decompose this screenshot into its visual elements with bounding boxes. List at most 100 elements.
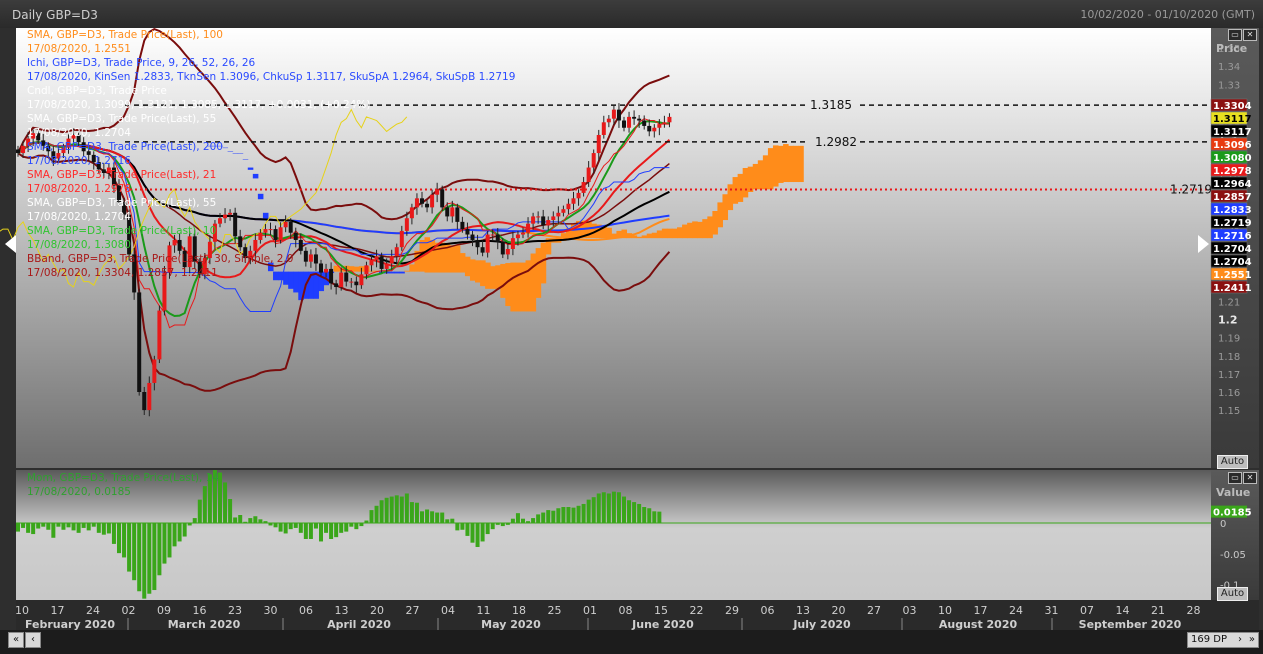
candle-body <box>349 281 354 283</box>
candle-body <box>616 109 621 121</box>
day-tick-label: 11 <box>477 604 491 617</box>
candle-body <box>354 281 359 286</box>
restore-icon[interactable]: ▭ <box>1228 29 1242 41</box>
day-tick-label: 29 <box>725 604 739 617</box>
momentum-bar <box>480 523 485 542</box>
momentum-bar <box>334 523 339 538</box>
momentum-bar <box>541 512 546 523</box>
momentum-bar <box>324 523 329 533</box>
candle-body <box>662 122 667 125</box>
day-tick-label: 07 <box>1080 604 1094 617</box>
momentum-bar <box>192 518 197 523</box>
candle-body <box>601 122 606 135</box>
momentum-bar <box>521 518 525 523</box>
momentum-bar <box>425 509 430 523</box>
momentum-bar <box>36 523 41 529</box>
momentum-bar <box>389 496 394 523</box>
momentum-bar <box>41 523 46 527</box>
cloud-segment <box>798 145 804 183</box>
first-button[interactable]: « <box>8 632 24 648</box>
price-auto-button[interactable]: Auto <box>1217 455 1248 469</box>
candle-body <box>581 182 586 193</box>
close-icon[interactable]: ✕ <box>1243 29 1257 41</box>
momentum-bar <box>647 508 652 523</box>
last-button[interactable]: » <box>1249 633 1255 647</box>
momentum-bar <box>536 514 541 523</box>
horizontal-line-label: 1.3185 <box>810 98 852 112</box>
momentum-bar <box>101 523 106 535</box>
price-tag-label: 1.2716 <box>1213 231 1252 242</box>
momentum-bar <box>460 523 465 530</box>
legend-entry: Mom, GBP=D3, Trade Price(Last), 14 <box>27 472 220 484</box>
cloud-segment <box>646 233 653 239</box>
horizontal-line-label: 1.2719 <box>1170 182 1212 196</box>
momentum-bar <box>430 511 435 523</box>
momentum-bar <box>606 493 611 523</box>
chart-window: Daily GBP=D3 10/02/2020 - 01/10/2020 (GM… <box>0 0 1263 654</box>
candle-body <box>667 116 672 123</box>
candle-body <box>515 234 520 239</box>
momentum-bar <box>51 523 56 538</box>
momentum-bar <box>349 523 354 527</box>
scroll-right-icon[interactable] <box>1198 235 1209 253</box>
momentum-bar <box>132 523 137 581</box>
momentum-bar <box>409 502 414 523</box>
price-tick-label: 1.18 <box>1218 352 1240 363</box>
candle-body <box>21 145 26 154</box>
momentum-axis-title: Value <box>1216 486 1251 499</box>
candle-body <box>657 124 662 128</box>
price-tag-label: 1.3080 <box>1213 153 1252 164</box>
day-tick-label: 24 <box>1009 604 1023 617</box>
momentum-bar <box>197 499 202 523</box>
legend-entry: 17/08/2020, 1.2551 <box>27 43 131 55</box>
momentum-bar <box>167 523 172 558</box>
cloud-segment <box>520 262 527 312</box>
legend-entry: SMA, GBP=D3, Trade Price(Last), 55 <box>27 113 217 125</box>
momentum-bar <box>566 507 571 523</box>
momentum-bar <box>288 523 293 530</box>
cloud-segment <box>752 163 759 190</box>
legend-entry: SMA, GBP=D3, Trade Price(Last), 55 <box>27 197 217 209</box>
legend-entry: BBand, GBP=D3, Trade Price(Last), 30, Si… <box>27 253 294 265</box>
close-icon[interactable]: ✕ <box>1243 472 1257 484</box>
next-button[interactable]: › <box>1238 633 1242 647</box>
candle-body <box>152 359 157 383</box>
cloud-segment <box>651 232 658 239</box>
cloud-segment <box>661 228 668 239</box>
momentum-legend: Mom, GBP=D3, Trade Price(Last), 14 17/08/… <box>27 471 219 499</box>
data-points-control[interactable]: 169 DP › » <box>1187 632 1259 648</box>
momentum-bar <box>152 523 157 591</box>
momentum-bar <box>76 523 81 533</box>
price-tag-label: 1.3117 <box>1213 114 1252 125</box>
cloud-segment <box>707 216 713 239</box>
momentum-bar <box>601 492 606 523</box>
momentum-bar <box>632 502 637 523</box>
day-tick-label: 23 <box>228 604 242 617</box>
scroll-left-icon[interactable] <box>5 235 16 253</box>
momentum-bar <box>127 523 132 572</box>
momentum-bar <box>263 521 268 523</box>
legend-entry: SMA, GBP=D3, Trade Price(Last), 100 <box>27 29 223 41</box>
cloud-segment <box>697 221 703 239</box>
momentum-auto-button[interactable]: Auto <box>1217 587 1248 601</box>
candle-body <box>531 216 536 224</box>
candle-body <box>541 216 546 226</box>
momentum-bar <box>187 523 192 526</box>
momentum-bar <box>258 519 263 523</box>
momentum-bar <box>637 503 642 523</box>
candle-body <box>647 125 652 132</box>
cloud-segment <box>772 145 779 187</box>
momentum-bar <box>394 495 399 523</box>
legend-entry: 17/08/2020, 1.2716 <box>27 155 131 167</box>
prev-button[interactable]: ‹ <box>25 632 41 648</box>
candle-body <box>591 153 596 168</box>
price-tag-label: 1.2704 <box>1213 244 1252 255</box>
restore-icon[interactable]: ▭ <box>1228 472 1242 484</box>
momentum-tick-label: 0 <box>1220 519 1226 530</box>
candle-body <box>521 232 525 235</box>
cloud-segment <box>747 166 754 192</box>
price-tick-label: 1.19 <box>1218 334 1240 345</box>
legend-entry: Ichi, GBP=D3, Trade Price, 9, 26, 52, 26… <box>27 57 256 69</box>
price-tag-label: 1.2857 <box>1213 192 1252 203</box>
price-tick-label: 1.34 <box>1218 62 1240 73</box>
